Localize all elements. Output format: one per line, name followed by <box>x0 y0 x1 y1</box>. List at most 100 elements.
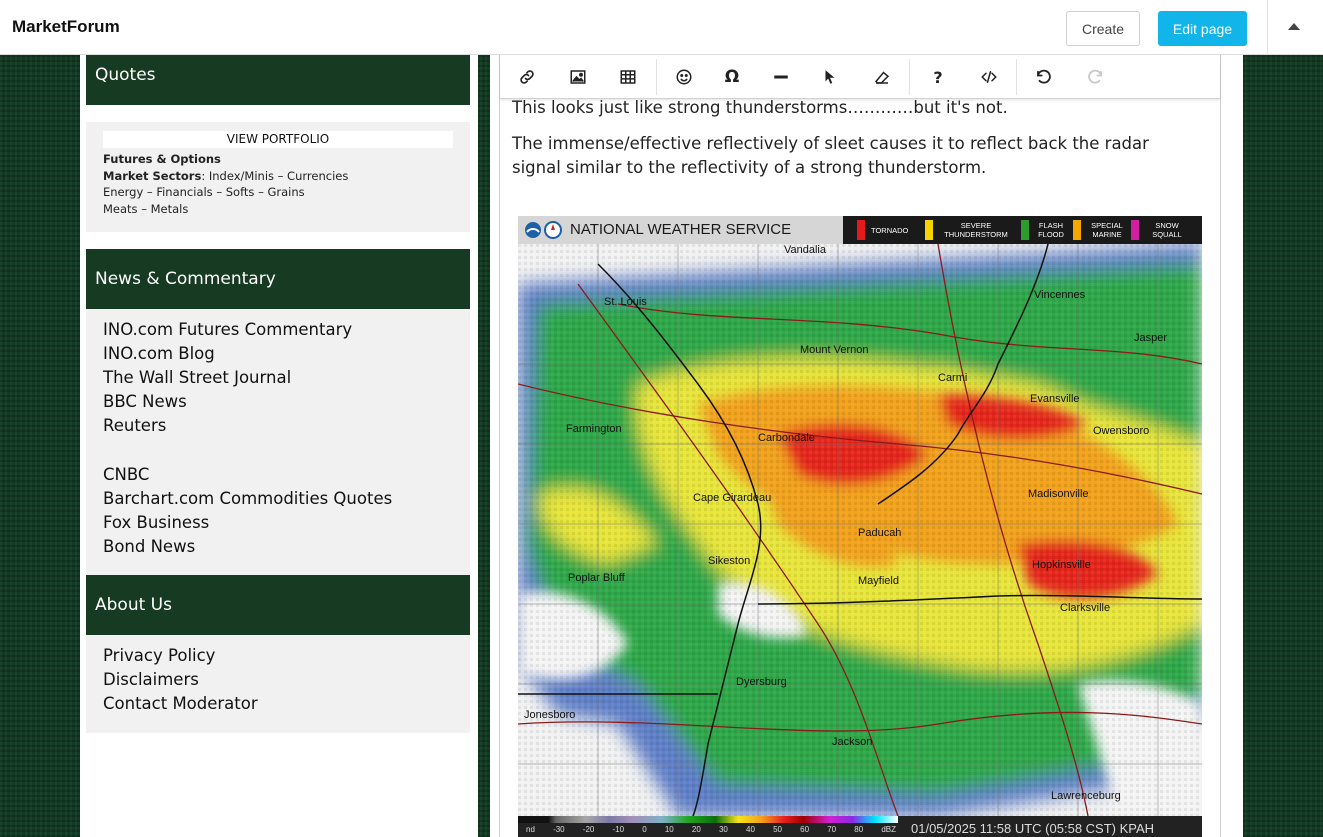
toolbar-separator <box>1016 59 1017 95</box>
dbz-tick: -20 <box>582 825 595 834</box>
radar-map: Vandalia St. Louis Vincennes Jasper Moun… <box>518 244 1202 816</box>
legend-label: SPECIAL MARINE <box>1091 221 1123 239</box>
about-links: Privacy Policy Disclaimers Contact Moder… <box>103 644 258 716</box>
radar-timestamp: 01/05/2025 11:58 UTC (05:58 CST) KPAH <box>911 821 1155 836</box>
map-place-label: Sikeston <box>708 555 751 567</box>
code-icon[interactable] <box>977 65 1001 89</box>
post-paragraph-1[interactable]: This looks just like strong thunderstorm… <box>512 96 1202 120</box>
eraser-icon[interactable] <box>870 65 894 89</box>
dbz-tick: 0 <box>642 825 647 834</box>
dbz-tick: 60 <box>800 825 810 834</box>
news-link[interactable]: The Wall Street Journal <box>103 366 352 390</box>
sectors-line-4[interactable]: Meats – Metals <box>103 201 348 218</box>
dbz-tick: 80 <box>854 825 864 834</box>
map-place-label: Clarksville <box>1060 602 1111 614</box>
news-link[interactable]: Fox Business <box>103 511 392 535</box>
map-place-label: Owensboro <box>1093 425 1150 437</box>
map-place-label: Mount Vernon <box>800 344 869 356</box>
map-place-label: Poplar Bluff <box>568 572 625 584</box>
collapse-caret-icon[interactable] <box>1288 23 1300 30</box>
undo-icon[interactable] <box>1032 65 1056 89</box>
cursor-icon[interactable] <box>818 65 842 89</box>
news-header: News & Commentary <box>86 249 470 309</box>
dbz-tick: 40 <box>746 825 755 834</box>
map-place-label: Jasper <box>1134 332 1168 344</box>
news-link[interactable]: CNBC <box>103 463 392 487</box>
news-link[interactable]: Reuters <box>103 414 352 438</box>
topbar-divider <box>1267 0 1268 55</box>
news-panel: INO.com Futures Commentary INO.com Blog … <box>86 309 470 575</box>
news-link[interactable]: INO.com Blog <box>103 342 352 366</box>
map-place-label: Lawrenceburg <box>1051 790 1121 802</box>
image-icon[interactable] <box>566 65 590 89</box>
market-sectors-label: Market Sectors <box>103 168 202 183</box>
market-sectors-value[interactable]: : Index/Minis – Currencies <box>201 169 348 183</box>
contact-moderator-link[interactable]: Contact Moderator <box>103 692 258 716</box>
radar-title: NATIONAL WEATHER SERVICE <box>570 221 792 238</box>
dbz-tick: nd <box>526 825 535 834</box>
editor-toolbar: Ω ? <box>500 55 1220 99</box>
radar-header: NATIONAL WEATHER SERVICE TORNADO SEVERE … <box>518 216 1202 244</box>
news-link[interactable]: Bond News <box>103 535 392 559</box>
edit-page-button[interactable]: Edit page <box>1158 11 1247 46</box>
map-place-label: Carbondale <box>758 432 815 444</box>
horizontal-rule-icon[interactable] <box>769 65 793 89</box>
news-links-primary: INO.com Futures Commentary INO.com Blog … <box>103 318 352 438</box>
news-link[interactable]: INO.com Futures Commentary <box>103 318 352 342</box>
legend-label: TORNADO <box>871 226 909 235</box>
legend-swatch <box>1021 220 1029 240</box>
map-place-label: Farmington <box>566 423 622 435</box>
market-sectors-text: Futures & Options Market Sectors: Index/… <box>103 151 348 217</box>
create-button[interactable]: Create <box>1066 11 1140 46</box>
view-portfolio-button[interactable]: VIEW PORTFOLIO <box>103 131 453 148</box>
site-brand[interactable]: MarketForum <box>12 17 120 37</box>
map-place-label: Hopkinsville <box>1032 559 1091 571</box>
dbz-tick: 20 <box>691 825 701 834</box>
legend-label: SEVERE THUNDERSTORM <box>944 221 1008 239</box>
map-place-label: Jackson <box>832 736 873 748</box>
warning-legend: TORNADO SEVERE THUNDERSTORM FLASH FLOOD … <box>843 216 1202 244</box>
toolbar-separator <box>909 59 910 95</box>
news-link[interactable]: BBC News <box>103 390 352 414</box>
map-place-label: Cape Girardeau <box>693 492 772 504</box>
table-icon[interactable] <box>616 65 640 89</box>
map-place-label: Vandalia <box>784 244 826 256</box>
dbz-tick: 70 <box>827 825 837 834</box>
dbz-tick: -10 <box>612 825 625 834</box>
news-links-secondary: CNBC Barchart.com Commodities Quotes Fox… <box>103 463 392 559</box>
map-place-label: Madisonville <box>1028 488 1089 500</box>
noaa-nws-logo-icon <box>525 221 562 239</box>
dbz-tick: 30 <box>718 825 728 834</box>
toolbar-separator <box>656 59 657 95</box>
map-place-label: Jonesboro <box>524 709 576 721</box>
omega-icon[interactable]: Ω <box>720 65 744 89</box>
dbz-tick: dBZ <box>881 825 896 834</box>
sectors-line-3[interactable]: Energy – Financials – Softs – Grains <box>103 184 348 201</box>
top-bar: MarketForum Create Edit page <box>0 0 1323 55</box>
redo-icon[interactable] <box>1083 65 1107 89</box>
legend-swatch <box>1073 220 1081 240</box>
post-paragraph-2[interactable]: The immense/effective reflectively of sl… <box>512 132 1202 180</box>
legend-swatch <box>857 220 865 240</box>
map-place-label: St. Louis <box>604 296 647 308</box>
dbz-tick-labels: nd -30 -20 -10 0 10 20 30 40 50 60 70 80… <box>526 825 896 834</box>
about-panel: Privacy Policy Disclaimers Contact Moder… <box>86 635 470 733</box>
disclaimers-link[interactable]: Disclaimers <box>103 668 258 692</box>
dbz-tick: 50 <box>773 825 782 834</box>
legend-swatch <box>1131 220 1139 240</box>
map-place-label: Mayfield <box>858 575 899 587</box>
help-icon[interactable]: ? <box>926 65 950 89</box>
dbz-tick: -30 <box>553 825 565 834</box>
map-place-label: Vincennes <box>1034 289 1086 301</box>
map-place-label: Carmi <box>938 372 968 384</box>
map-place-label: Paducah <box>858 527 902 539</box>
futures-options-link[interactable]: Futures & Options <box>103 152 221 166</box>
privacy-policy-link[interactable]: Privacy Policy <box>103 644 258 668</box>
quotes-panel: VIEW PORTFOLIO Futures & Options Market … <box>86 122 470 232</box>
map-place-label: Evansville <box>1030 393 1080 405</box>
link-icon[interactable] <box>515 65 539 89</box>
about-header: About Us <box>86 575 470 635</box>
news-link[interactable]: Barchart.com Commodities Quotes <box>103 487 392 511</box>
emoji-icon[interactable] <box>672 65 696 89</box>
legend-label: FLASH FLOOD <box>1038 221 1064 239</box>
